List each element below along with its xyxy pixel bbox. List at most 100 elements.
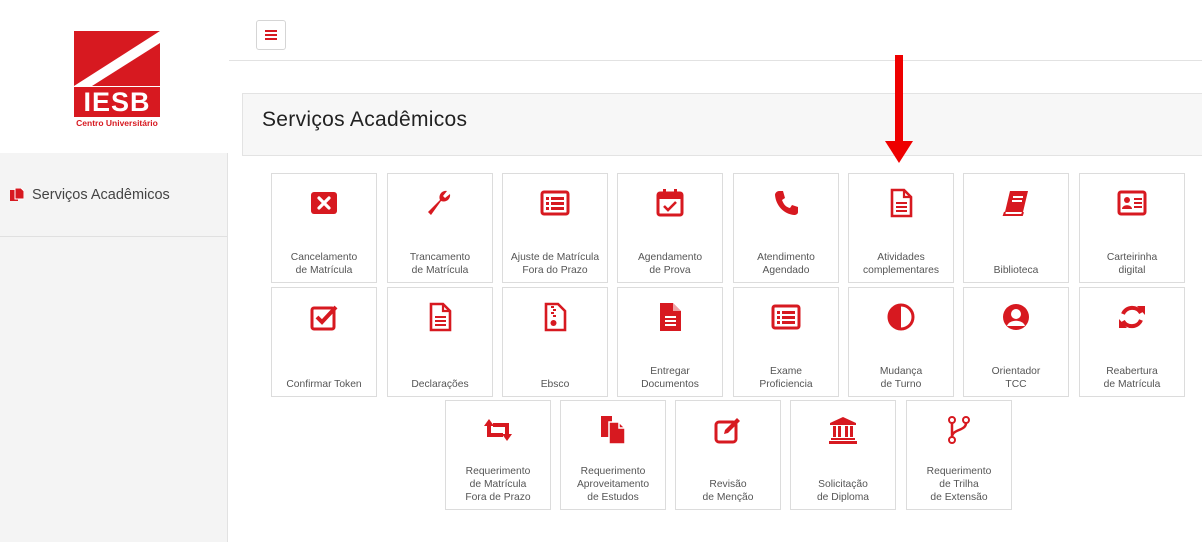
service-tile-label-line: Ajuste de Matrícula [510,252,600,263]
service-tile-label: Mudança de Turno [851,365,951,391]
service-tile-label-line: Carteirinha [1106,252,1158,263]
service-tile-label: Biblioteca [966,264,1066,277]
service-tile-label: Atendimento Agendado [736,251,836,277]
service-tile[interactable]: Atividades complementares [848,173,954,283]
service-tile[interactable]: Exame Proficiencia [733,287,839,397]
service-tile-label-line: Atividades [877,252,925,263]
service-tile-label: Confirmar Token [274,378,374,391]
service-tile[interactable]: Requerimento Aproveitamento de Estudos [560,400,666,510]
sidebar: IESB Centro Universitário Serviços Acadê… [0,0,228,542]
service-tile-label-line: Confirmar Token [286,379,362,390]
service-tile-label-line: Cancelamento [290,252,358,263]
service-tile-label-line: de Prova [649,265,691,276]
service-tile-label: Agendamento de Prova [620,251,720,277]
edit-icon [676,415,780,457]
service-tile-label: Requerimento Aproveitamento de Estudos [563,465,663,504]
service-tile-label: Exame Proficiencia [736,365,836,391]
document-icon [388,302,492,344]
service-tile-label: Solicitação de Diploma [793,478,893,504]
service-tile[interactable]: Requerimento de Matrícula Fora de Prazo [445,400,551,510]
service-tile-label-line: Proficiencia [759,379,813,390]
service-tile[interactable]: Trancamento de Matrícula [387,173,493,283]
logo-subtitle: Centro Universitário [76,118,158,128]
branch-icon [907,415,1011,457]
service-tile[interactable]: Agendamento de Prova [617,173,723,283]
service-tile-label-line: Atendimento [757,252,815,263]
copy-files-icon [561,415,665,457]
top-bar [229,0,1202,61]
documents-icon [10,188,24,201]
service-tile-label-line: Entregar [650,366,690,377]
service-tile-label-line: Exame [769,366,803,377]
service-tile-label-line: Trancamento [409,252,471,263]
service-tile[interactable]: Atendimento Agendado [733,173,839,283]
service-tile[interactable]: Reabertura de Matrícula [1079,287,1185,397]
sidebar-item-servicos-academicos[interactable]: Serviços Acadêmicos [10,183,170,207]
sidebar-nav: Serviços Acadêmicos [0,153,227,237]
checkbox-icon [272,302,376,344]
service-tile-label-line: Fora do Prazo [522,265,588,276]
service-tile-label: Reabertura de Matrícula [1082,365,1182,391]
service-tile-label-line: de Extensão [930,492,988,503]
list-card-icon [503,188,607,230]
service-tile[interactable]: Solicitação de Diploma [790,400,896,510]
service-tile-label-line: de Matrícula [469,479,527,490]
logo-area: IESB Centro Universitário [0,0,228,153]
service-tile[interactable]: Confirmar Token [271,287,377,397]
filled-document-icon [618,302,722,344]
service-tile-label-line: Aproveitamento [576,479,650,490]
retweet-icon [446,415,550,457]
service-tile[interactable]: Carteirinha digital [1079,173,1185,283]
service-tile-label-line: de Trilha [939,479,979,490]
service-tile-label: Requerimento de Matrícula Fora de Prazo [448,465,548,504]
service-tile-label-line: de Estudos [587,492,639,503]
document-icon [849,188,953,230]
service-tile-label-line: de Matrícula [411,265,469,276]
service-tile-label-line: Documentos [641,379,699,390]
phone-icon [734,188,838,230]
service-tile-label-line: Orientador [991,366,1041,377]
service-tile-label-line: Declarações [411,379,469,390]
id-card-icon [1080,188,1184,230]
service-tile-label: Trancamento de Matrícula [390,251,490,277]
service-tile-label-line: digital [1118,265,1146,276]
service-tile-label: Declarações [390,378,490,391]
service-tile-label-line: de Turno [880,379,922,390]
service-tile-label: Carteirinha digital [1082,251,1182,277]
service-tile-label: Cancelamento de Matrícula [274,251,374,277]
service-tile[interactable]: Requerimento de Trilha de Extensão [906,400,1012,510]
iesb-logo[interactable]: IESB Centro Universitário [74,31,160,130]
refresh-icon [1080,302,1184,344]
service-tile-label: Ebsco [505,378,605,391]
hamburger-menu-icon [265,30,277,40]
service-tile-label-line: Agendamento [637,252,703,263]
service-tile[interactable]: Entregar Documentos [617,287,723,397]
service-tile-label-line: Ebsco [540,379,570,390]
service-tile-label: Orientador TCC [966,365,1066,391]
page-title: Serviços Acadêmicos [262,108,468,131]
half-circle-icon [849,302,953,344]
service-tile-label-line: Requerimento [926,466,992,477]
service-tile[interactable]: Declarações [387,287,493,397]
service-tile-label-line: complementares [862,265,940,276]
service-tile-label-line: Requerimento [465,466,531,477]
institution-icon [791,415,895,457]
service-tile-label: Revisão de Menção [678,478,778,504]
service-tile-label-line: Agendado [762,265,810,276]
service-tile-label-line: de Diploma [816,492,870,503]
menu-toggle-button[interactable] [256,20,286,50]
service-tile-label-line: Reabertura [1106,366,1158,377]
service-tile[interactable]: Biblioteca [963,173,1069,283]
service-tile[interactable]: Ajuste de Matrícula Fora do Prazo [502,173,608,283]
service-tile[interactable]: Mudança de Turno [848,287,954,397]
list-card-icon [734,302,838,344]
service-tile[interactable]: Cancelamento de Matrícula [271,173,377,283]
service-tile[interactable]: Ebsco [502,287,608,397]
service-tile-label-line: Mudança [879,366,923,377]
panel-header: Serviços Acadêmicos [242,93,1202,156]
service-tile[interactable]: Revisão de Menção [675,400,781,510]
service-tile[interactable]: Orientador TCC [963,287,1069,397]
calendar-check-icon [618,188,722,230]
user-circle-icon [964,302,1068,344]
service-tile-label: Ajuste de Matrícula Fora do Prazo [505,251,605,277]
